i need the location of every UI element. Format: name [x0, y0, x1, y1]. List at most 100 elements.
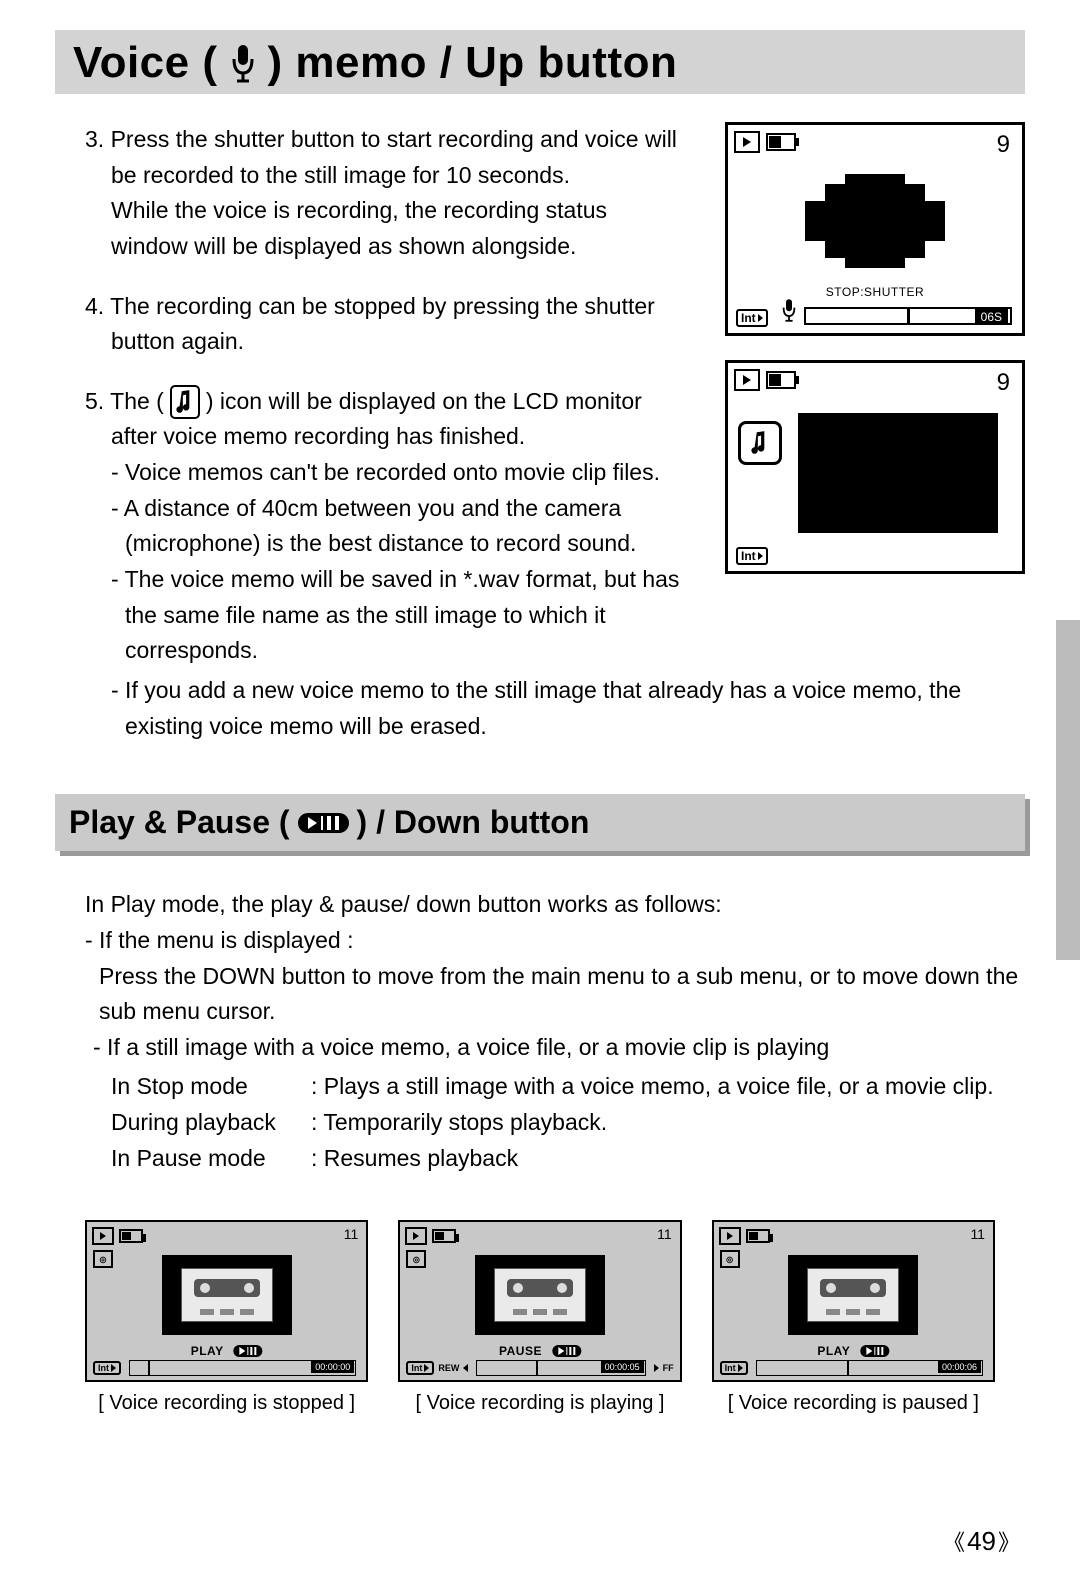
rew-label: REW [438, 1363, 459, 1373]
play-pause-icon [298, 813, 349, 833]
title-post: ) memo / Up button [268, 38, 678, 88]
note-line: existing voice memo will be erased. [125, 709, 1025, 745]
elapsed-time: 00:00:00 [311, 1361, 354, 1373]
lcd-recording: 9 STOP:SHUTTER 06S Int [725, 122, 1025, 336]
cassette-icon [475, 1255, 605, 1335]
chevron-right-icon: 》 [998, 1525, 1020, 1557]
still-image-placeholder [798, 413, 998, 533]
microphone-icon [228, 43, 258, 83]
mode-key: During playback [111, 1105, 311, 1141]
step-5-line: after voice memo recording has finished. [111, 419, 695, 455]
playback-thumbnails: 11 ◎ PLAY Int 00:00:00 [ Voice recording… [55, 1220, 1025, 1415]
thumb-playing: 11 ◎ PAUSE Int REW 00:00:05 FF [398, 1220, 681, 1415]
memory-icon: Int [736, 309, 768, 327]
mode-val: : Temporarily stops playback. [311, 1105, 607, 1141]
elapsed-time: 00:00:06 [938, 1361, 981, 1373]
menu-line: - If the menu is displayed : [85, 923, 1025, 959]
playback-mode-icon [92, 1227, 114, 1245]
section-voice-memo: 3. Press the shutter button to start rec… [55, 94, 1025, 744]
caption: [ Voice recording is paused ] [712, 1392, 995, 1415]
music-note-icon [738, 421, 782, 465]
mode-key: In Pause mode [111, 1141, 311, 1177]
section-title-pre: Play & Pause ( [69, 804, 290, 841]
note-line: - The voice memo will be saved in *.wav … [111, 562, 695, 598]
note-line: the same file name as the still image to… [125, 598, 695, 634]
page-number: 《 49 》 [943, 1525, 1020, 1557]
stop-shutter-label: STOP:SHUTTER [826, 285, 924, 299]
title-pre: Voice ( [73, 38, 218, 88]
play-pause-icon [234, 1345, 263, 1357]
step-4-line: button again. [111, 324, 695, 360]
page-title: Voice ( ) memo / Up button [55, 30, 1025, 94]
note-line: - A distance of 40cm between you and the… [111, 491, 695, 527]
frame-number: 11 [970, 1226, 985, 1242]
battery-icon [119, 1229, 143, 1243]
thumb-stopped: 11 ◎ PLAY Int 00:00:00 [ Voice recording… [85, 1220, 368, 1415]
note-line: corresponds. [125, 633, 695, 669]
battery-icon [766, 371, 796, 389]
mode-key: In Stop mode [111, 1069, 311, 1105]
memory-icon: Int [406, 1361, 434, 1375]
step-4-line: 4. The recording can be stopped by press… [85, 289, 695, 325]
play-label: PLAY [191, 1344, 224, 1358]
play-pause-icon [860, 1345, 889, 1357]
playback-mode-icon [734, 369, 760, 391]
cassette-icon [788, 1255, 918, 1335]
lcd-finished: 9 Int [725, 360, 1025, 574]
music-note-icon [170, 385, 200, 419]
mode-val: : Plays a still image with a voice memo,… [311, 1069, 994, 1105]
memory-icon: Int [720, 1361, 748, 1375]
progress-bar: 00:00:06 [756, 1360, 983, 1376]
ff-label: FF [663, 1363, 674, 1373]
instruction-text: 3. Press the shutter button to start rec… [85, 122, 695, 673]
progress-bar: 00:00:05 [476, 1360, 645, 1376]
step-3-line: 3. Press the shutter button to start rec… [85, 122, 695, 158]
section-title-post: ) / Down button [357, 804, 590, 841]
menu-line: Press the DOWN button to move from the m… [99, 959, 1025, 995]
chevron-left-icon: 《 [943, 1525, 965, 1557]
battery-icon [766, 133, 796, 151]
battery-icon [432, 1229, 456, 1243]
caption: [ Voice recording is playing ] [398, 1392, 681, 1415]
voice-icon: ◎ [720, 1250, 740, 1268]
play-pause-icon [552, 1345, 581, 1357]
play-label: PLAY [817, 1344, 850, 1358]
pause-label: PAUSE [499, 1344, 542, 1358]
playing-line: - If a still image with a voice memo, a … [93, 1030, 1025, 1066]
thumb-paused: 11 ◎ PLAY Int 00:00:06 [ Voice recording… [712, 1220, 995, 1415]
playback-mode-icon [734, 131, 760, 153]
step-5-pre: 5. The ( [85, 384, 164, 420]
mode-val: : Resumes playback [311, 1141, 518, 1177]
note-line: - Voice memos can't be recorded onto mov… [111, 455, 695, 491]
right-arrow-icon [654, 1364, 659, 1372]
step-3-line: While the voice is recording, the record… [111, 193, 695, 229]
battery-icon [746, 1229, 770, 1243]
photo-subject-icon [785, 166, 965, 276]
side-tab [1056, 620, 1080, 960]
frame-number: 11 [344, 1226, 359, 1242]
section-header-play-pause: Play & Pause ( ) / Down button [55, 794, 1025, 851]
playback-mode-icon [719, 1227, 741, 1245]
note-line: (microphone) is the best distance to rec… [125, 526, 695, 562]
voice-icon: ◎ [93, 1250, 113, 1268]
intro-line: In Play mode, the play & pause/ down but… [85, 887, 1025, 923]
voice-icon: ◎ [406, 1250, 426, 1268]
step-3-line: be recorded to the still image for 10 se… [111, 158, 695, 194]
cassette-icon [162, 1255, 292, 1335]
caption: [ Voice recording is stopped ] [85, 1392, 368, 1415]
frame-number: 11 [657, 1226, 672, 1242]
step-3-line: window will be displayed as shown alongs… [111, 229, 695, 265]
note-line: - If you add a new voice memo to the sti… [111, 673, 1025, 709]
lcd-illustrations: 9 STOP:SHUTTER 06S Int [725, 122, 1025, 673]
frame-number: 9 [997, 131, 1010, 159]
section-play-pause-body: In Play mode, the play & pause/ down but… [55, 851, 1025, 1176]
elapsed-time: 00:00:05 [601, 1361, 644, 1373]
playback-mode-icon [405, 1227, 427, 1245]
menu-line: sub menu cursor. [99, 994, 1025, 1030]
frame-number: 9 [997, 369, 1010, 397]
step-5-post: ) icon will be displayed on the LCD moni… [206, 384, 642, 420]
manual-page: Voice ( ) memo / Up button 3. Press the … [0, 0, 1080, 1585]
memory-icon: Int [93, 1361, 121, 1375]
progress-bar: 00:00:00 [129, 1360, 356, 1376]
memory-icon: Int [736, 547, 768, 565]
